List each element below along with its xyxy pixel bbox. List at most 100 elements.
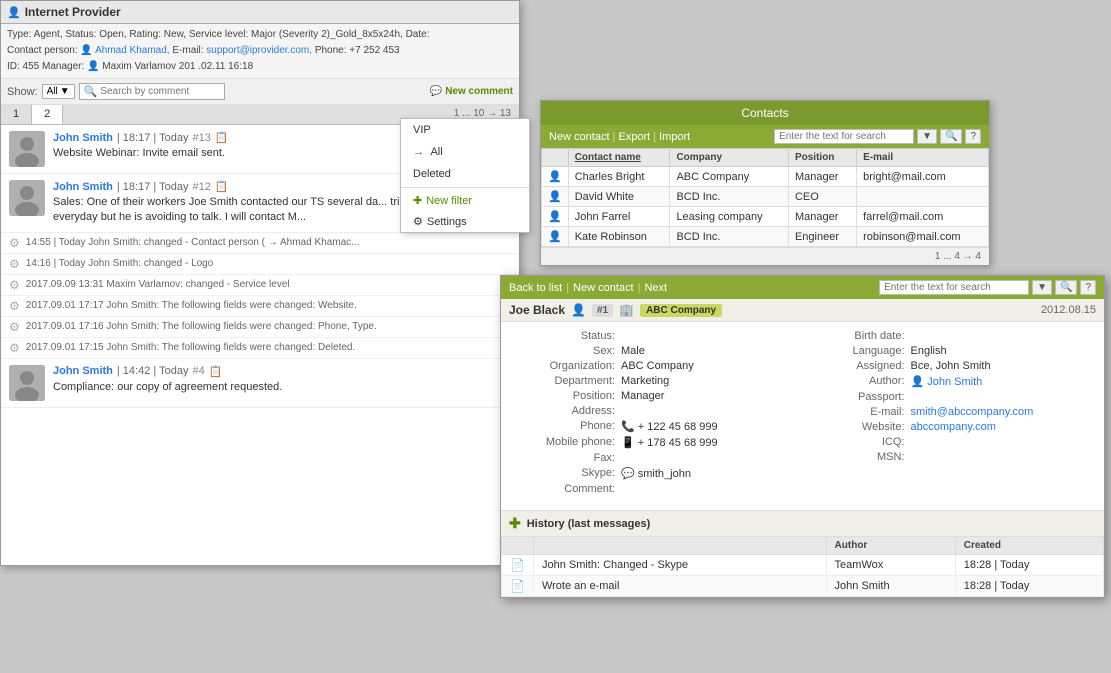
copy-icon[interactable]: 📋	[209, 365, 223, 378]
ticket-tab-2[interactable]: 2	[32, 105, 63, 124]
contact-name[interactable]: John Farrel	[568, 207, 670, 227]
detail-search-icon[interactable]: 🔍	[1055, 280, 1077, 295]
col-email[interactable]: E-mail	[857, 149, 989, 167]
msg-author[interactable]: John Smith	[53, 132, 113, 144]
detail-person-icon: 👤	[571, 303, 586, 317]
contacts-header: Contacts	[541, 101, 989, 125]
field-status: Status:	[521, 330, 795, 342]
history-row[interactable]: 📄 John Smith: Changed - Skype TeamWox 18…	[502, 555, 1104, 576]
contact-email: robinson@mail.com	[857, 227, 989, 247]
msg-author[interactable]: John Smith	[53, 365, 113, 377]
hist-col-icon	[502, 537, 534, 555]
meta-manager-name: Maxim Varlamov	[102, 61, 176, 72]
field-author: Author: 👤 John Smith	[811, 375, 1085, 388]
contact-person-link[interactable]: Ahmad Khamad,	[95, 45, 170, 56]
assigned-value: Все, John Smith	[911, 360, 1085, 372]
dropdown-item-all[interactable]: → All	[401, 141, 529, 163]
system-event: ⚙ 2017.09.01 17:16 John Smith: The follo…	[1, 317, 519, 338]
field-passport: Passport:	[811, 391, 1085, 403]
position-label: Position:	[521, 390, 621, 402]
gear-icon: ⚙	[9, 278, 20, 292]
meta-manager-label: Manager:	[42, 61, 84, 72]
filter-icon-btn[interactable]: ▼	[917, 129, 937, 144]
dropdown-item-vip[interactable]: VIP	[401, 119, 529, 141]
comment-search-input[interactable]	[100, 86, 220, 97]
language-value: English	[911, 345, 1085, 357]
hist-text: John Smith: Changed - Skype	[533, 555, 826, 576]
new-comment-button[interactable]: 💬 New comment	[430, 86, 513, 97]
help-icon-btn[interactable]: ?	[965, 129, 981, 144]
table-row[interactable]: 👤 Charles Bright ABC Company Manager bri…	[542, 167, 989, 187]
contact-company-badge[interactable]: ABC Company	[640, 304, 722, 317]
field-assigned: Assigned: Все, John Smith	[811, 360, 1085, 372]
export-link[interactable]: Export	[618, 131, 650, 143]
contact-name[interactable]: Charles Bright	[568, 167, 670, 187]
next-link[interactable]: Next	[644, 282, 667, 294]
copy-icon[interactable]: 📋	[215, 180, 229, 193]
history-table: Author Created 📄 John Smith: Changed - S…	[501, 536, 1104, 597]
contacts-title: Contacts	[741, 106, 788, 120]
copy-icon[interactable]: 📋	[215, 131, 229, 144]
message-item: John Smith | 14:42 | Today #4 📋 Complian…	[1, 359, 519, 408]
person-icon: 👤	[548, 191, 562, 203]
new-filter-label: New filter	[426, 195, 472, 207]
dept-label: Department:	[521, 375, 621, 387]
contacts-search-input[interactable]	[774, 129, 914, 144]
dropdown-divider	[401, 187, 529, 188]
ticket-icon: 👤	[7, 6, 21, 19]
hist-author: TeamWox	[826, 555, 955, 576]
contact-email: farrel@mail.com	[857, 207, 989, 227]
email-link[interactable]: smith@abccompany.com	[911, 406, 1034, 418]
search-icon-btn[interactable]: 🔍	[940, 129, 962, 144]
ticket-tab-1[interactable]: 1	[1, 105, 32, 124]
col-position[interactable]: Position	[788, 149, 856, 167]
table-row[interactable]: 👤 Kate Robinson BCD Inc. Engineer robins…	[542, 227, 989, 247]
dropdown-new-filter[interactable]: ✚ New filter	[401, 190, 529, 211]
contact-name[interactable]: David White	[568, 187, 670, 207]
contacts-search: ▼ 🔍 ?	[774, 129, 981, 144]
birthdate-label: Birth date:	[811, 330, 911, 342]
msg-id: #4	[192, 365, 204, 377]
history-row[interactable]: 📄 Wrote an e-mail John Smith 18:28 | Tod…	[502, 576, 1104, 597]
system-event: ⚙ 14:55 | Today John Smith: changed - Co…	[1, 233, 519, 254]
import-link[interactable]: Import	[659, 131, 690, 143]
email-value: smith@abccompany.com	[911, 406, 1085, 418]
col-name[interactable]: Contact name	[568, 149, 670, 167]
table-row[interactable]: 👤 John Farrel Leasing company Manager fa…	[542, 207, 989, 227]
ticket-meta: Type: Agent, Status: Open, Rating: New, …	[1, 24, 519, 79]
detail-search-input[interactable]	[879, 280, 1029, 295]
mobile-label: Mobile phone:	[521, 436, 621, 448]
col-company[interactable]: Company	[670, 149, 789, 167]
settings-icon: ⚙	[413, 215, 423, 228]
author-link[interactable]: John Smith	[927, 376, 982, 388]
field-msn: MSN:	[811, 451, 1085, 463]
filter-dropdown: VIP → All Deleted ✚ New filter ⚙ Setting…	[400, 118, 530, 233]
author-value: 👤 John Smith	[911, 375, 1085, 388]
website-link[interactable]: abccompany.com	[911, 421, 996, 433]
comment-search-box[interactable]: 🔍	[79, 83, 226, 100]
back-to-list-link[interactable]: Back to list	[509, 282, 562, 294]
msg-author[interactable]: John Smith	[53, 181, 113, 193]
new-contact-link[interactable]: New contact	[549, 131, 610, 143]
row-icon: 👤	[542, 227, 569, 247]
dropdown-item-deleted[interactable]: Deleted	[401, 163, 529, 185]
detail-filter-icon[interactable]: ▼	[1032, 280, 1052, 295]
detail-help-icon[interactable]: ?	[1080, 280, 1096, 295]
person-icon: 👤	[548, 231, 562, 243]
message-content: John Smith | 14:42 | Today #4 📋 Complian…	[53, 365, 511, 395]
sys-event-text: 14:55 | Today John Smith: changed - Cont…	[26, 237, 360, 248]
field-address: Address:	[521, 405, 795, 417]
table-row[interactable]: 👤 David White BCD Inc. CEO	[542, 187, 989, 207]
address-label: Address:	[521, 405, 621, 417]
website-value: abccompany.com	[911, 421, 1085, 433]
col-icon	[542, 149, 569, 167]
hist-col-created: Created	[955, 537, 1103, 555]
row-icon: 👤	[542, 187, 569, 207]
support-email-link[interactable]: support@iprovider.com,	[206, 45, 312, 56]
field-org: Organization: ABC Company	[521, 360, 795, 372]
show-dropdown[interactable]: All ▼	[42, 84, 75, 99]
system-event: ⚙ 14:16 | Today John Smith: changed - Lo…	[1, 254, 519, 275]
contact-name[interactable]: Kate Robinson	[568, 227, 670, 247]
dropdown-settings[interactable]: ⚙ Settings	[401, 211, 529, 232]
detail-new-contact-link[interactable]: New contact	[573, 282, 634, 294]
